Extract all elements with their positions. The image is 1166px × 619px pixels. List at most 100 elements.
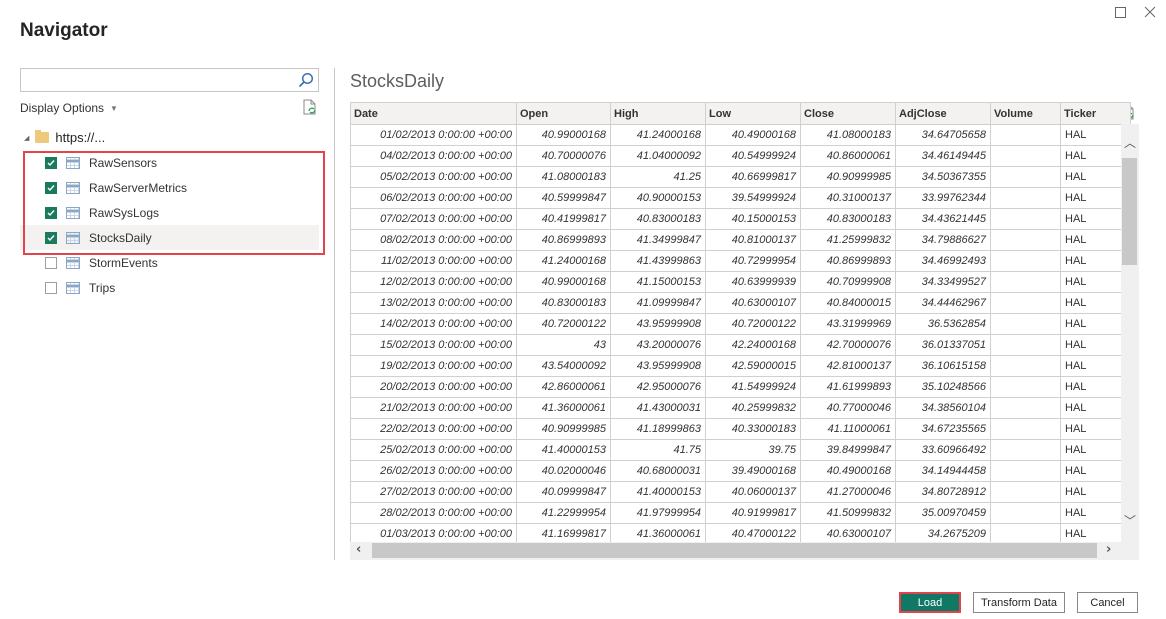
column-header-date[interactable]: Date xyxy=(350,102,517,125)
tree-item-trips[interactable]: Trips xyxy=(20,275,324,300)
checkbox[interactable] xyxy=(45,181,57,194)
search-icon[interactable] xyxy=(298,72,314,88)
cell-close: 40.90999985 xyxy=(800,166,896,188)
cell-volume xyxy=(990,418,1061,440)
vertical-scrollbar[interactable]: ︿ ﹀ xyxy=(1121,124,1139,542)
cell-high: 41.09999847 xyxy=(610,292,706,314)
cell-high: 41.43999863 xyxy=(610,250,706,272)
tree-item-stormevents[interactable]: StormEvents xyxy=(20,250,324,275)
cell-volume xyxy=(990,376,1061,398)
cell-adjclose: 34.14944458 xyxy=(895,460,991,482)
scroll-left-icon[interactable]: ‹ xyxy=(356,542,361,557)
cancel-button[interactable]: Cancel xyxy=(1077,592,1138,613)
checkbox[interactable] xyxy=(45,281,57,294)
column-header-ticker[interactable]: Ticker xyxy=(1060,102,1131,125)
scroll-right-icon[interactable]: › xyxy=(1106,542,1111,557)
cell-volume xyxy=(990,145,1061,167)
cell-high: 41.18999863 xyxy=(610,418,706,440)
display-options-dropdown[interactable]: Display Options ▼ xyxy=(20,101,118,115)
table-row: 06/02/2013 0:00:00 +00:00 40.59999847 40.9… xyxy=(350,187,1131,209)
cell-volume xyxy=(990,166,1061,188)
cell-low: 40.72000122 xyxy=(705,313,801,335)
cell-close: 43.31999969 xyxy=(800,313,896,335)
cell-date: 04/02/2013 0:00:00 +00:00 xyxy=(350,145,517,167)
cell-adjclose: 34.44462967 xyxy=(895,292,991,314)
maximize-button[interactable] xyxy=(1112,4,1128,20)
cell-ticker: HAL xyxy=(1060,502,1131,524)
column-header-volume[interactable]: Volume xyxy=(990,102,1061,125)
scroll-down-icon[interactable]: ﹀ xyxy=(1123,512,1137,529)
cell-close: 40.49000168 xyxy=(800,460,896,482)
cell-open: 40.41999817 xyxy=(516,208,611,230)
column-header-adjclose[interactable]: AdjClose xyxy=(895,102,991,125)
checkbox[interactable] xyxy=(45,256,57,269)
expand-triangle-icon[interactable]: ◢ xyxy=(24,134,29,142)
cell-open: 40.59999847 xyxy=(516,187,611,209)
column-header-low[interactable]: Low xyxy=(705,102,801,125)
vertical-scroll-thumb[interactable] xyxy=(1122,158,1137,265)
tree-item-label: RawSensors xyxy=(89,155,158,170)
cell-low: 39.49000168 xyxy=(705,460,801,482)
cell-ticker: HAL xyxy=(1060,481,1131,503)
cell-close: 40.83000183 xyxy=(800,208,896,230)
checkbox[interactable] xyxy=(45,156,57,169)
cell-volume xyxy=(990,334,1061,356)
header-row: Date Open High Low Close AdjClose Volume Ticker xyxy=(350,102,1131,125)
horizontal-scroll-thumb[interactable] xyxy=(372,543,1097,558)
table-row: 15/02/2013 0:00:00 +00:00 43 43.20000076 42… xyxy=(350,334,1131,356)
cell-open: 43.54000092 xyxy=(516,355,611,377)
cell-low: 40.15000153 xyxy=(705,208,801,230)
cell-ticker: HAL xyxy=(1060,229,1131,251)
scroll-up-icon[interactable]: ︿ xyxy=(1123,134,1137,151)
cell-adjclose: 34.46992493 xyxy=(895,250,991,272)
cell-adjclose: 34.67235565 xyxy=(895,418,991,440)
table-icon xyxy=(66,256,80,269)
table-row: 11/02/2013 0:00:00 +00:00 41.24000168 41.4… xyxy=(350,250,1131,272)
pane-divider[interactable] xyxy=(334,68,335,560)
cell-high: 41.97999954 xyxy=(610,502,706,524)
horizontal-scrollbar[interactable]: ‹ › xyxy=(350,542,1139,560)
tree-root-node[interactable]: ◢ https://... xyxy=(24,130,105,145)
cell-volume xyxy=(990,124,1061,146)
transform-data-button[interactable]: Transform Data xyxy=(973,592,1065,613)
cell-low: 40.54999924 xyxy=(705,145,801,167)
checkbox[interactable] xyxy=(45,231,57,244)
table-row: 27/02/2013 0:00:00 +00:00 40.09999847 41.4… xyxy=(350,481,1131,503)
cell-adjclose: 36.5362854 xyxy=(895,313,991,335)
load-button[interactable]: Load xyxy=(899,592,961,613)
cell-high: 41.43000031 xyxy=(610,397,706,419)
cell-date: 13/02/2013 0:00:00 +00:00 xyxy=(350,292,517,314)
cell-date: 08/02/2013 0:00:00 +00:00 xyxy=(350,229,517,251)
table-row: 05/02/2013 0:00:00 +00:00 41.08000183 41.2… xyxy=(350,166,1131,188)
cell-adjclose: 34.64705658 xyxy=(895,124,991,146)
cell-high: 42.95000076 xyxy=(610,376,706,398)
cell-open: 41.22999954 xyxy=(516,502,611,524)
search-input[interactable] xyxy=(21,70,298,90)
cell-adjclose: 34.43621445 xyxy=(895,208,991,230)
tree-item-rawservermetrics[interactable]: RawServerMetrics xyxy=(20,175,324,200)
cell-low: 39.54999924 xyxy=(705,187,801,209)
column-header-open[interactable]: Open xyxy=(516,102,611,125)
table-row: 14/02/2013 0:00:00 +00:00 40.72000122 43.9… xyxy=(350,313,1131,335)
checkbox[interactable] xyxy=(45,206,57,219)
column-header-close[interactable]: Close xyxy=(800,102,896,125)
dialog-title: Navigator xyxy=(20,20,108,41)
cell-date: 27/02/2013 0:00:00 +00:00 xyxy=(350,481,517,503)
cell-ticker: HAL xyxy=(1060,124,1131,146)
refresh-button[interactable] xyxy=(303,99,317,119)
tree-item-stocksdaily[interactable]: StocksDaily xyxy=(20,225,319,250)
table-row: 08/02/2013 0:00:00 +00:00 40.86999893 41.3… xyxy=(350,229,1131,251)
close-button[interactable] xyxy=(1142,4,1158,20)
preview-grid: Date Open High Low Close AdjClose Volume Ticker… xyxy=(350,102,1139,562)
cell-close: 41.61999893 xyxy=(800,376,896,398)
cell-open: 40.90999985 xyxy=(516,418,611,440)
close-icon xyxy=(1144,6,1156,18)
cell-adjclose: 36.01337051 xyxy=(895,334,991,356)
cell-close: 40.77000046 xyxy=(800,397,896,419)
cell-open: 40.70000076 xyxy=(516,145,611,167)
column-header-high[interactable]: High xyxy=(610,102,706,125)
cell-volume xyxy=(990,502,1061,524)
tree-item-rawsensors[interactable]: RawSensors xyxy=(20,150,324,175)
cell-adjclose: 34.46149445 xyxy=(895,145,991,167)
tree-item-rawsyslogs[interactable]: RawSysLogs xyxy=(20,200,324,225)
